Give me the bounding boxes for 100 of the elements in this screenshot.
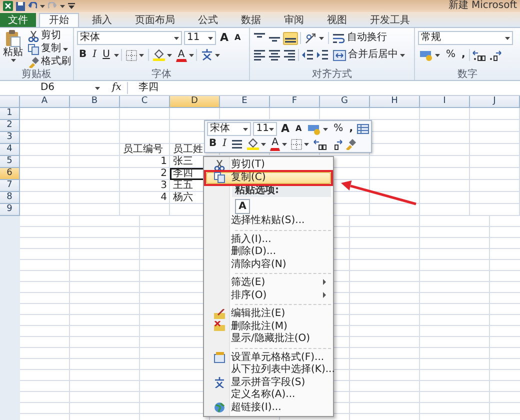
number-format-dropdown[interactable]: 常规 [418, 31, 513, 45]
paint-bucket-icon [152, 49, 165, 61]
decrease-decimal-icon[interactable] [488, 50, 502, 60]
ribbon-tab[interactable]: 文件 [0, 13, 36, 27]
ribbon-tab[interactable]: 公式 [188, 13, 228, 27]
merge-center-button[interactable]: 合并后居中 [331, 48, 407, 62]
percent-button[interactable]: % [332, 122, 346, 136]
ribbon-tab[interactable]: 视图 [317, 13, 357, 27]
row-header[interactable]: 7 [0, 180, 20, 192]
accounting-format-button[interactable] [306, 122, 330, 136]
font-name-dropdown[interactable]: 宋体 [77, 31, 182, 45]
align-center-icon[interactable] [230, 138, 243, 150]
function-button[interactable]: fx [106, 82, 128, 94]
align-right-icon[interactable] [283, 49, 296, 61]
copy-button[interactable]: 复制 [26, 43, 73, 55]
menu-item[interactable]: 选择性粘贴(S)... [206, 215, 331, 228]
increase-indent-icon[interactable] [316, 49, 329, 61]
row-header[interactable]: 2 [0, 120, 20, 132]
percent-button[interactable]: % [444, 48, 458, 62]
caret-icon [505, 36, 510, 40]
column-header[interactable]: E [220, 96, 270, 108]
brush-icon[interactable] [345, 138, 356, 150]
column-header[interactable]: C [120, 96, 170, 108]
comma-button[interactable]: , [460, 48, 468, 62]
name-box[interactable]: D6 [0, 82, 95, 94]
menu-item[interactable]: 编辑批注(E) [206, 308, 331, 320]
save-icon[interactable] [16, 2, 25, 10]
menu-item[interactable]: 删除批注(M) [206, 320, 331, 333]
column-header[interactable]: I [420, 96, 470, 108]
column-header[interactable]: H [370, 96, 420, 108]
paste-option-button[interactable]: A [235, 198, 250, 214]
align-center-icon[interactable] [268, 49, 281, 61]
accounting-format-button[interactable] [418, 48, 442, 62]
row-header[interactable]: 6 [0, 168, 20, 180]
formula-input[interactable]: 李四 [128, 82, 158, 94]
paste-button[interactable]: 粘贴 [3, 30, 23, 69]
ribbon-tab[interactable]: 插入 [82, 13, 122, 27]
caret-icon [400, 54, 405, 56]
format-painter-button[interactable]: 格式刷 [26, 56, 73, 68]
borders-button[interactable] [124, 48, 146, 62]
wrap-text-button[interactable]: 自动换行 [331, 31, 389, 45]
align-left-icon[interactable] [253, 49, 266, 61]
menu-item[interactable]: 超链接(I)... [206, 402, 331, 414]
shrink-font-button[interactable]: A [232, 31, 243, 45]
menu-item[interactable]: 显示/隐藏批注(O) [206, 333, 331, 346]
italic-button[interactable]: I [90, 48, 99, 62]
font-name-dropdown[interactable]: 宋体 [207, 122, 252, 136]
orientation-button[interactable] [303, 31, 326, 45]
ribbon-tab[interactable]: 开发工具 [360, 13, 420, 27]
ribbon-tab[interactable]: 页面布局 [125, 13, 185, 27]
column-header[interactable]: J [470, 96, 520, 108]
comma-button[interactable]: , [347, 122, 355, 136]
ribbon-tab[interactable]: 审阅 [274, 13, 314, 27]
font-color-button[interactable]: A [176, 48, 187, 62]
font-size-dropdown[interactable]: 11 [184, 31, 216, 45]
decrease-indent-icon[interactable] [301, 49, 314, 61]
menu-item[interactable]: 筛选(E) [206, 277, 331, 290]
menu-item[interactable]: 插入(I)... [206, 234, 331, 246]
grow-font-button[interactable]: A [218, 31, 231, 45]
column-header[interactable]: G [320, 96, 370, 108]
row-header[interactable]: 8 [0, 192, 20, 204]
row-header[interactable]: 5 [0, 156, 20, 168]
ribbon-tab[interactable]: 数据 [231, 13, 271, 27]
cut-button[interactable]: 剪切 [26, 30, 73, 42]
column-header[interactable]: F [270, 96, 320, 108]
bold-button[interactable]: B [77, 48, 89, 62]
group-label: 对齐方式 [311, 69, 353, 80]
menu-item[interactable]: 显示拼音字段(S) [206, 376, 331, 389]
italic-button[interactable]: I [220, 137, 229, 151]
align-bottom-icon[interactable] [283, 32, 298, 44]
scissors-icon [28, 30, 39, 42]
underline-button[interactable]: U [100, 48, 112, 62]
font-color-button[interactable]: A [270, 137, 280, 151]
menu-item[interactable]: 清除内容(N) [206, 258, 331, 271]
increase-decimal-icon[interactable] [313, 138, 328, 150]
fill-color-button[interactable] [244, 137, 268, 151]
column-header[interactable]: B [70, 96, 120, 108]
menu-item[interactable]: 设置单元格格式(F)... [206, 352, 331, 364]
column-header[interactable]: A [20, 96, 70, 108]
borders-icon [126, 50, 137, 60]
row-header[interactable]: 3 [0, 132, 20, 144]
column-header[interactable]: D [170, 96, 220, 108]
format-table-icon[interactable] [357, 124, 369, 134]
menu-item[interactable]: 排序(O) [206, 290, 331, 302]
undo-icon[interactable] [28, 2, 37, 10]
grow-font-button[interactable]: A [278, 122, 292, 136]
menu-item[interactable]: 复制(C) [206, 172, 331, 184]
bold-button[interactable]: B [207, 137, 219, 151]
menu-item[interactable]: 定义名称(A)... [206, 389, 331, 402]
shrink-font-button[interactable]: A [293, 122, 304, 136]
row-header[interactable]: 1 [0, 108, 20, 120]
menu-item[interactable]: 删除(D)... [206, 246, 331, 258]
row-header[interactable]: 4 [0, 144, 20, 156]
increase-decimal-icon[interactable] [472, 50, 486, 60]
font-size-dropdown[interactable]: 11 [253, 122, 277, 136]
borders-button[interactable] [289, 137, 312, 151]
row-header[interactable]: 9 [0, 204, 20, 216]
fill-color-button[interactable] [150, 48, 174, 62]
customize-caret-icon[interactable] [68, 3, 75, 9]
ribbon-tab[interactable]: 开始 [39, 13, 79, 27]
